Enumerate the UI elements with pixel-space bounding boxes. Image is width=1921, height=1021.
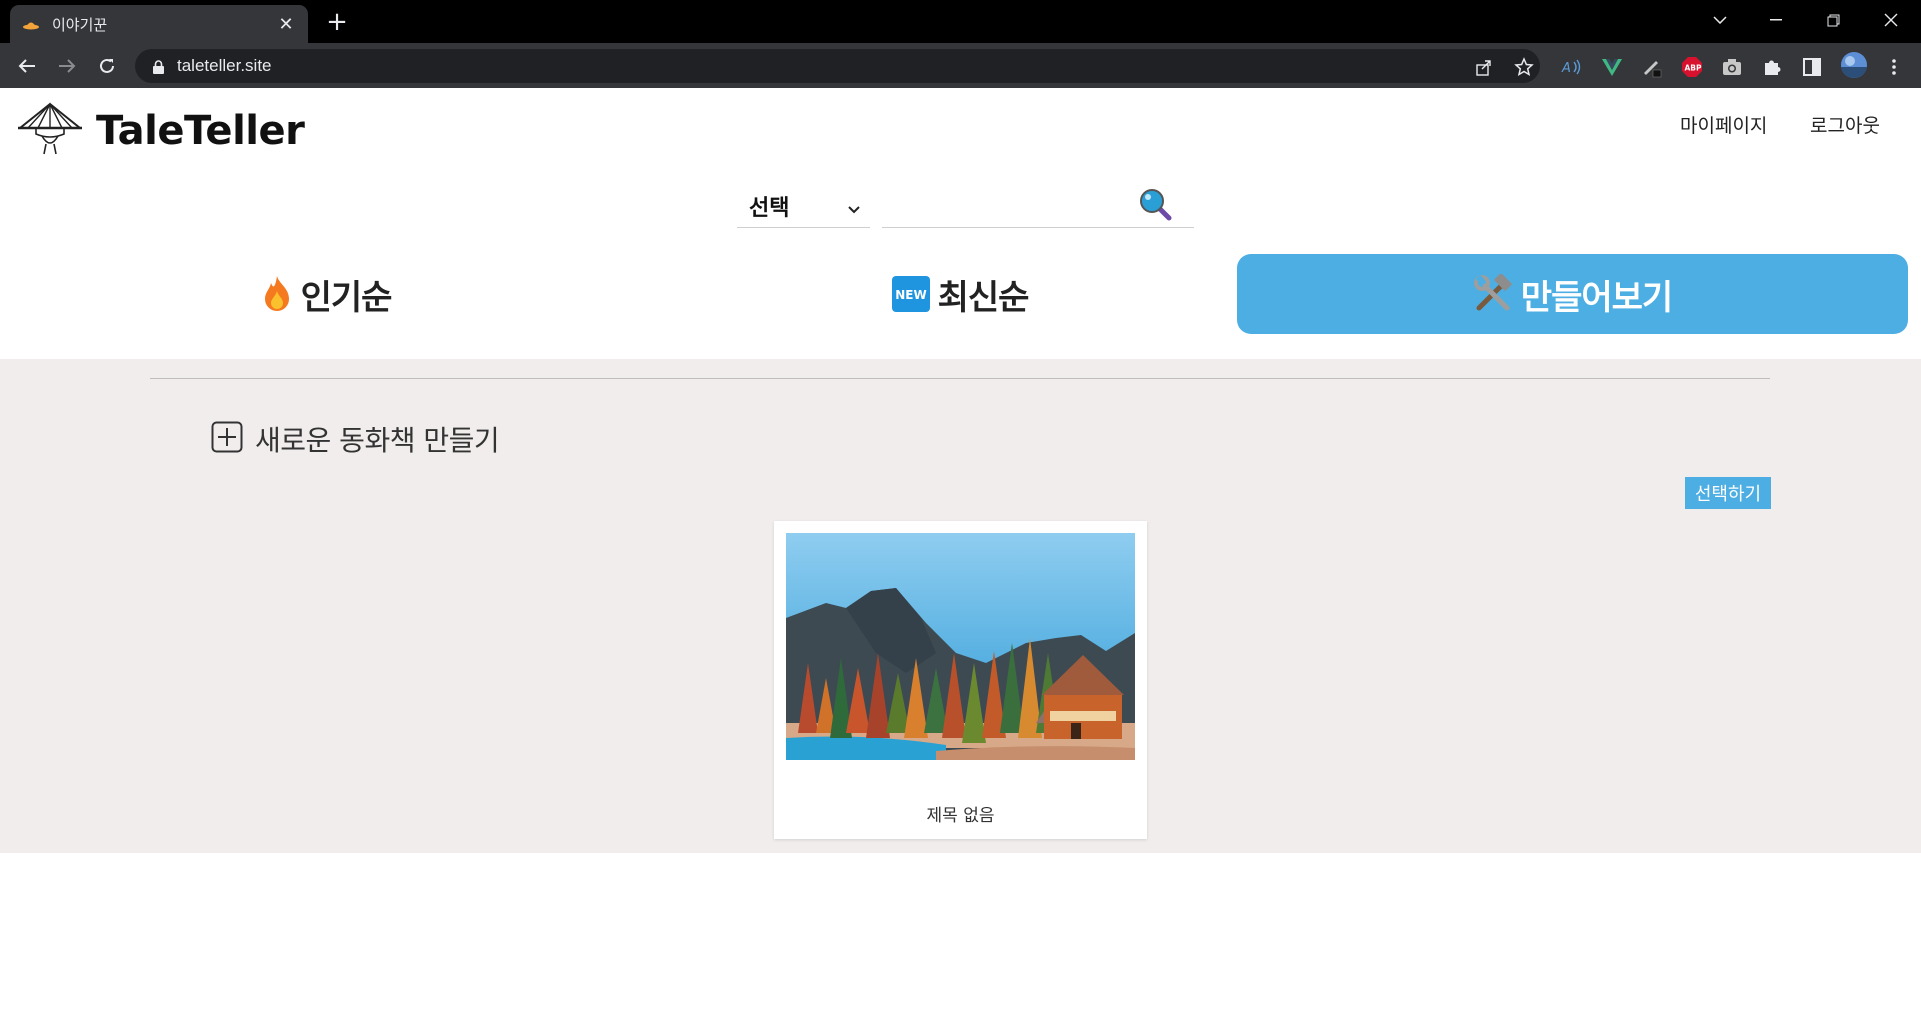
logo-text: TaleTeller xyxy=(96,108,305,154)
browser-toolbar: taleteller.site A ABP xyxy=(0,43,1921,88)
content-area: 새로운 동화책 만들기 선택하기 제목 없음 xyxy=(0,359,1921,853)
tab-popular-label: 인기순 xyxy=(300,277,393,318)
restore-icon[interactable] xyxy=(1810,0,1856,40)
tab-create[interactable]: 만들어보기 xyxy=(1237,254,1908,334)
new-tab-icon[interactable]: + xyxy=(322,7,352,37)
book-cover-image xyxy=(786,533,1135,760)
minimize-icon[interactable] xyxy=(1753,0,1799,40)
lock-icon xyxy=(153,59,164,78)
hammer-wrench-icon xyxy=(1473,274,1513,314)
hat-favicon-icon xyxy=(22,17,40,31)
svg-text:ABP: ABP xyxy=(1685,64,1703,73)
back-icon[interactable] xyxy=(12,51,42,81)
book-card[interactable]: 제목 없음 xyxy=(774,521,1147,839)
book-title: 제목 없음 xyxy=(926,806,995,826)
pen-extension-icon[interactable] xyxy=(1640,55,1664,79)
search-select-value: 선택 xyxy=(749,195,790,221)
reload-icon[interactable] xyxy=(92,51,122,81)
logout-link[interactable]: 로그아웃 xyxy=(1810,111,1880,138)
browser-menu-icon[interactable] xyxy=(1882,55,1906,79)
divider xyxy=(150,378,1770,379)
close-window-icon[interactable] xyxy=(1868,0,1914,40)
extensions-puzzle-icon[interactable] xyxy=(1760,55,1784,79)
page: TaleTeller 마이페이지 로그아웃 선택 인기순 NEW 최신순 만들어… xyxy=(0,88,1921,1021)
tab-latest[interactable]: NEW 최신순 xyxy=(840,254,1080,334)
share-icon[interactable] xyxy=(1473,56,1495,78)
fire-icon xyxy=(261,275,293,313)
site-logo[interactable]: TaleTeller xyxy=(16,100,305,162)
mypage-link[interactable]: 마이페이지 xyxy=(1680,111,1767,138)
close-tab-icon[interactable]: ✕ xyxy=(276,14,296,34)
select-button[interactable]: 선택하기 xyxy=(1685,477,1771,509)
magnifier-search-icon[interactable] xyxy=(1138,187,1174,223)
profile-avatar-icon[interactable] xyxy=(1840,51,1868,79)
plus-square-icon xyxy=(211,421,243,457)
create-new-book-label: 새로운 동화책 만들기 xyxy=(255,424,500,457)
tab-create-label: 만들어보기 xyxy=(1520,277,1673,318)
camera-extension-icon[interactable] xyxy=(1720,55,1744,79)
browser-tab-bar: 이야기꾼 ✕ + xyxy=(0,0,1921,43)
new-badge-icon: NEW xyxy=(891,276,930,312)
hat-logo-icon xyxy=(16,100,84,162)
address-bar[interactable]: taleteller.site xyxy=(135,49,1540,83)
url-text: taleteller.site xyxy=(177,56,272,75)
bookmark-star-icon[interactable] xyxy=(1513,56,1535,78)
forward-icon[interactable] xyxy=(52,51,82,81)
svg-text:A: A xyxy=(1561,61,1571,76)
chevron-down-icon xyxy=(848,199,860,218)
svg-text:NEW: NEW xyxy=(895,288,926,302)
vue-devtools-icon[interactable] xyxy=(1600,55,1624,79)
side-panel-icon[interactable] xyxy=(1800,55,1824,79)
browser-tab[interactable]: 이야기꾼 ✕ xyxy=(10,5,308,43)
tab-latest-label: 최신순 xyxy=(937,277,1030,318)
adblock-plus-icon[interactable]: ABP xyxy=(1680,55,1704,79)
search-category-select[interactable]: 선택 xyxy=(737,184,870,228)
create-new-book-button[interactable]: 새로운 동화책 만들기 xyxy=(211,419,500,459)
tab-popular[interactable]: 인기순 xyxy=(206,254,446,334)
read-aloud-extension-icon[interactable]: A xyxy=(1560,55,1584,79)
tab-search-icon[interactable] xyxy=(1697,0,1743,40)
browser-tab-title: 이야기꾼 xyxy=(52,16,108,34)
